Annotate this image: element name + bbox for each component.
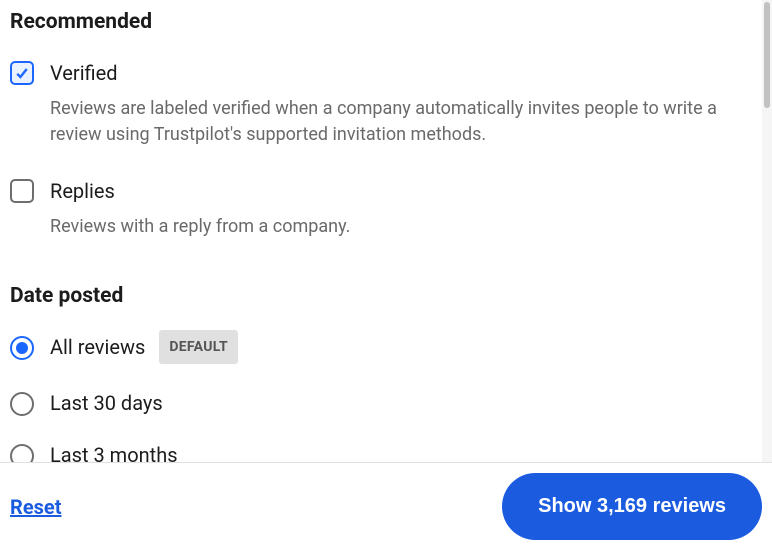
show-reviews-button[interactable]: Show 3,169 reviews (502, 473, 762, 540)
replies-checkbox[interactable] (10, 179, 34, 203)
date-option-all: All reviews DEFAULT (10, 330, 762, 364)
check-icon (14, 65, 30, 81)
reset-link[interactable]: Reset (10, 495, 61, 519)
recommended-heading: Recommended (10, 10, 762, 34)
replies-label[interactable]: Replies (50, 178, 115, 204)
scrollbar-thumb[interactable] (764, 2, 770, 108)
radio-last-3-months[interactable] (10, 444, 34, 463)
date-option-last30: Last 30 days (10, 390, 762, 416)
verified-label[interactable]: Verified (50, 60, 118, 86)
replies-option: Replies (10, 178, 762, 204)
footer: Reset Show 3,169 reviews (0, 462, 772, 550)
verified-option: Verified (10, 60, 762, 86)
date-posted-heading: Date posted (10, 284, 762, 308)
radio-last-30-days[interactable] (10, 392, 34, 416)
replies-description: Reviews with a reply from a company. (50, 214, 750, 240)
verified-checkbox[interactable] (10, 61, 34, 85)
verified-description: Reviews are labeled verified when a comp… (50, 96, 750, 148)
radio-last-30-days-label[interactable]: Last 30 days (50, 390, 163, 416)
radio-all-reviews-label[interactable]: All reviews DEFAULT (50, 330, 238, 364)
filters-scroll-area: Recommended Verified Reviews are labeled… (0, 0, 772, 462)
scrollbar-track[interactable] (762, 0, 772, 462)
date-option-last3m: Last 3 months (10, 442, 762, 462)
default-badge: DEFAULT (159, 330, 238, 364)
radio-all-reviews[interactable] (10, 336, 34, 360)
radio-last-3-months-label[interactable]: Last 3 months (50, 442, 178, 462)
